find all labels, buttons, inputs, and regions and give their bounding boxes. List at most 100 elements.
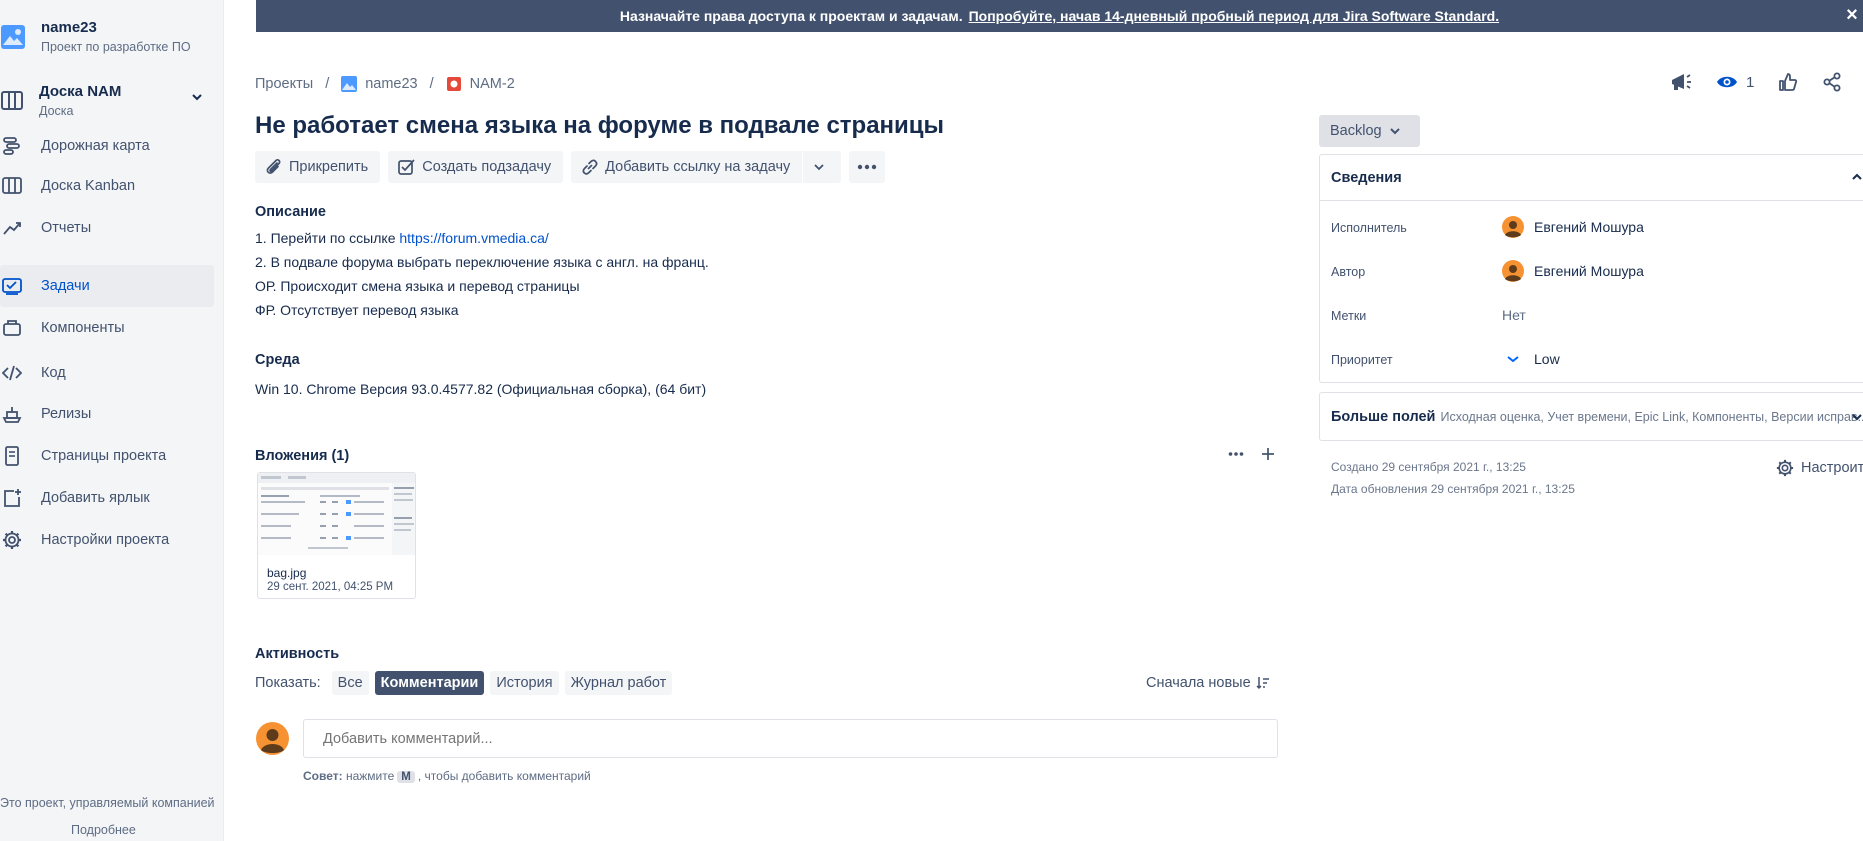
comment-tip: Совет: нажмите M, чтобы добавить коммента… <box>303 769 591 783</box>
feedback-button[interactable] <box>1670 72 1692 92</box>
configure-button[interactable]: Настроить <box>1776 459 1863 477</box>
sidebar-item-pages[interactable]: Страницы проекта <box>0 435 214 477</box>
sidebar-item-label: Дорожная карта <box>41 138 150 154</box>
attachment-date: 29 сент. 2021, 04:25 PM <box>267 581 394 593</box>
keyboard-shortcut: M <box>397 771 415 783</box>
project-type: Проект по разработке ПО <box>41 40 191 54</box>
details-title: Сведения <box>1331 169 1402 186</box>
chevron-down-icon <box>1852 414 1862 421</box>
sidebar-item-label: Отчеты <box>41 220 92 236</box>
attachment-card[interactable]: bag.jpg 29 сент. 2021, 04:25 PM <box>257 472 416 599</box>
upgrade-banner: Назначайте права доступа к проектам и за… <box>256 0 1863 32</box>
breadcrumb-separator: / <box>325 76 330 92</box>
description-line[interactable]: 1. Перейти по ссылке https://forum.vmedi… <box>255 230 549 246</box>
details-panel: Сведения Исполнитель Евгений Мошура Авто… <box>1319 154 1863 383</box>
status-label: Backlog <box>1330 123 1382 139</box>
sidebar-item-kanban[interactable]: Доска Kanban <box>0 165 214 207</box>
page-icon <box>5 446 19 466</box>
sort-icon <box>1256 677 1269 690</box>
priority-label: Приоритет <box>1331 353 1393 367</box>
learn-more-link[interactable]: Подробнее <box>71 823 136 837</box>
description-line: ОР. Происходит смена языка и перевод стр… <box>255 278 580 294</box>
forum-link[interactable]: https://forum.vmedia.ca/ <box>399 230 548 246</box>
sidebar-item-add-shortcut[interactable]: Добавить ярлык <box>0 477 214 519</box>
filter-worklog[interactable]: Журнал работ <box>564 671 673 695</box>
filter-comments[interactable]: Комментарии <box>374 671 485 695</box>
link-issue-label: Добавить ссылку на задачу <box>605 159 791 175</box>
sidebar-item-label: Страницы проекта <box>41 448 167 464</box>
sidebar-item-label: Доска Kanban <box>41 178 136 194</box>
releases-icon <box>2 407 22 423</box>
reporter-field[interactable]: Евгений Мошура <box>1502 260 1644 282</box>
bug-icon <box>446 77 461 91</box>
description-text: 1. Перейти по ссылке <box>255 230 400 246</box>
board-title: Доска NAM <box>39 83 122 100</box>
sidebar: name23 Проект по разработке ПО Доска NAM… <box>0 0 224 841</box>
priority-field[interactable]: Low <box>1502 351 1560 367</box>
attachment-thumbnail <box>258 473 415 555</box>
link-issue-button[interactable]: Добавить ссылку на задачу <box>571 151 803 183</box>
chevron-down-icon <box>1389 128 1400 135</box>
watch-button[interactable]: 1 <box>1716 74 1754 91</box>
more-fields-section[interactable]: Больше полей Исходная оценка, Учет време… <box>1319 392 1863 441</box>
sidebar-item-roadmap[interactable]: Дорожная карта <box>0 125 214 167</box>
sidebar-item-components[interactable]: Компоненты <box>0 307 214 349</box>
add-icon[interactable] <box>1260 446 1276 462</box>
more-icon <box>858 164 877 170</box>
sort-order-button[interactable]: Сначала новые <box>1146 675 1270 691</box>
share-button[interactable] <box>1822 72 1842 92</box>
managed-project-note: Это проект, управляемый компанией <box>0 796 215 810</box>
more-icon[interactable] <box>1228 451 1244 457</box>
breadcrumb-project[interactable]: name23 <box>365 76 417 92</box>
configure-label: Настроить <box>1801 460 1863 476</box>
comment-input[interactable] <box>303 719 1278 758</box>
reporter-name: Евгений Мошура <box>1534 263 1644 279</box>
status-dropdown[interactable]: Backlog <box>1319 115 1420 147</box>
gear-icon <box>1776 459 1794 477</box>
description-line: ФР. Отсутствует перевод языка <box>255 302 459 318</box>
created-date: Создано 29 сентября 2021 г., 13:25 <box>1331 460 1526 474</box>
project-header[interactable]: name23 Проект по разработке ПО <box>0 18 214 60</box>
board-icon <box>2 177 22 194</box>
issue-title[interactable]: Не работает смена языка на форуме в подв… <box>255 112 944 140</box>
breadcrumb-issue-key[interactable]: NAM-2 <box>470 76 515 92</box>
filter-history[interactable]: История <box>490 671 559 695</box>
watch-count: 1 <box>1746 73 1755 91</box>
subtask-icon <box>398 159 415 175</box>
chevron-down-icon <box>192 94 202 101</box>
banner-trial-link[interactable]: Попробуйте, начав 14-дневный пробный пер… <box>969 8 1500 24</box>
board-icon <box>1 91 23 110</box>
banner-text: Назначайте права доступа к проектам и за… <box>619 8 963 24</box>
assignee-field[interactable]: Евгений Мошура <box>1502 216 1644 238</box>
sidebar-item-releases[interactable]: Релизы <box>0 393 214 435</box>
sidebar-item-label: Добавить ярлык <box>41 490 150 506</box>
create-subtask-button[interactable]: Создать подзадачу <box>388 151 564 183</box>
tip-label: Совет: <box>303 769 343 783</box>
priority-value: Low <box>1534 351 1560 367</box>
sidebar-item-code[interactable]: Код <box>0 352 214 394</box>
environment-value[interactable]: Win 10. Chrome Версия 93.0.4577.82 (Офиц… <box>255 381 706 397</box>
more-actions-button[interactable] <box>849 151 886 183</box>
labels-field[interactable]: Нет <box>1502 307 1526 323</box>
sidebar-item-label: Настройки проекта <box>41 532 170 548</box>
link-issue-dropdown[interactable] <box>803 151 842 183</box>
add-shortcut-icon <box>4 489 21 507</box>
board-switcher[interactable]: Доска NAM Доска <box>0 82 214 120</box>
project-name: name23 <box>41 19 97 36</box>
sidebar-item-settings[interactable]: Настройки проекта <box>0 519 214 561</box>
attach-button[interactable]: Прикрепить <box>255 151 381 183</box>
activity-heading: Активность <box>255 646 340 662</box>
description-heading: Описание <box>255 204 326 220</box>
gear-icon <box>3 531 21 549</box>
sidebar-item-reports[interactable]: Отчеты <box>0 207 214 249</box>
more-fields-list: Исходная оценка, Учет времени, Epic Link… <box>1440 409 1863 424</box>
filter-all[interactable]: Все <box>331 671 369 695</box>
sidebar-item-issues[interactable]: Задачи <box>0 265 214 307</box>
breadcrumb-projects[interactable]: Проекты <box>255 76 313 92</box>
details-header[interactable]: Сведения <box>1320 155 1863 201</box>
issue-actions: 1 <box>1670 72 1863 92</box>
assignee-label: Исполнитель <box>1331 221 1407 235</box>
close-icon[interactable]: × <box>1841 5 1863 26</box>
issue-toolbar: Прикрепить Создать подзадачу Добавить сс… <box>255 151 893 183</box>
vote-button[interactable] <box>1778 72 1798 92</box>
